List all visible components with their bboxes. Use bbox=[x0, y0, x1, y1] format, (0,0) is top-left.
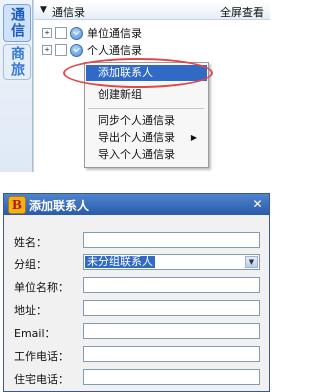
form-row-work-phone: 工作电话： bbox=[4, 346, 269, 364]
work-phone-input[interactable] bbox=[83, 346, 260, 362]
menu-item-import-personal[interactable]: 导入个人通信录 bbox=[86, 147, 207, 163]
dialog-title: 添加联系人 bbox=[29, 199, 90, 213]
tree-checkbox[interactable] bbox=[55, 44, 67, 56]
group-label: 分组： bbox=[14, 258, 47, 271]
fullscreen-view-link[interactable]: 全屏查看 bbox=[220, 4, 264, 20]
address-book-panel: 通信 商旅 ▼ 通信录 全屏查看 + 单位通信录 + 个人通信录 添加联系人 创… bbox=[0, 0, 272, 172]
menu-item-sync-personal[interactable]: 同步个人通信录 bbox=[86, 113, 207, 129]
address-input[interactable] bbox=[83, 300, 260, 316]
group-select[interactable]: 未分组联系人 ▼ bbox=[83, 254, 260, 270]
form-row-company: 单位名称： bbox=[4, 277, 269, 295]
company-input[interactable] bbox=[83, 277, 260, 293]
tree-checkbox[interactable] bbox=[55, 27, 67, 39]
add-contact-dialog: B 添加联系人 ✕ 姓名： 分组： 未分组联系人 ▼ 单位名称： 地址： Ema… bbox=[3, 193, 270, 392]
expand-icon[interactable]: + bbox=[42, 28, 52, 38]
expand-icon[interactable]: + bbox=[42, 45, 52, 55]
submenu-arrow-icon: ▶ bbox=[190, 133, 197, 142]
tree-item-label[interactable]: 个人通信录 bbox=[87, 42, 142, 58]
form-row-home-phone: 住宅电话： bbox=[4, 369, 269, 387]
name-label: 姓名： bbox=[14, 236, 47, 249]
email-input[interactable] bbox=[83, 323, 260, 339]
collapse-arrow-icon[interactable]: ▼ bbox=[40, 5, 47, 15]
contact-group-icon bbox=[70, 43, 83, 57]
form-row-address: 地址： bbox=[4, 300, 269, 318]
work-phone-label: 工作电话： bbox=[14, 350, 69, 363]
email-label: Email： bbox=[14, 327, 56, 340]
group-select-value: 未分组联系人 bbox=[85, 255, 155, 268]
menu-item-export-personal[interactable]: 导出个人通信录 ▶ bbox=[86, 130, 207, 146]
vertical-tab-bar: 通信 商旅 bbox=[0, 0, 33, 172]
form-row-name: 姓名： bbox=[4, 232, 269, 250]
menu-separator bbox=[88, 108, 204, 109]
home-phone-input[interactable] bbox=[83, 369, 260, 385]
menu-item-label: 导出个人通信录 bbox=[98, 131, 175, 144]
dropdown-arrow-icon[interactable]: ▼ bbox=[245, 256, 258, 268]
menu-item-add-contact[interactable]: 添加联系人 bbox=[86, 65, 207, 81]
tab-business-travel[interactable]: 商旅 bbox=[3, 44, 31, 80]
panel-title: 通信录 bbox=[52, 6, 85, 19]
menu-item-create-group[interactable]: 创建新组 bbox=[86, 87, 207, 103]
contact-group-icon bbox=[70, 26, 83, 40]
app-logo-icon: B bbox=[8, 196, 26, 214]
form-row-group: 分组： 未分组联系人 ▼ bbox=[4, 254, 269, 272]
tree-item-org-contacts[interactable]: + 单位通信录 bbox=[42, 26, 142, 40]
address-label: 地址： bbox=[14, 304, 47, 317]
context-menu: 添加联系人 创建新组 同步个人通信录 导出个人通信录 ▶ 导入个人通信录 bbox=[84, 62, 209, 168]
dialog-titlebar[interactable]: B 添加联系人 ✕ bbox=[4, 194, 269, 215]
company-label: 单位名称： bbox=[14, 281, 69, 294]
close-button[interactable]: ✕ bbox=[250, 197, 265, 211]
tab-contacts[interactable]: 通信 bbox=[3, 4, 31, 42]
name-input[interactable] bbox=[83, 232, 260, 248]
form-row-email: Email： bbox=[4, 323, 269, 341]
tree-item-personal-contacts[interactable]: + 个人通信录 bbox=[42, 43, 142, 57]
panel-header: ▼ 通信录 全屏查看 bbox=[34, 2, 270, 20]
tree-item-label[interactable]: 单位通信录 bbox=[87, 25, 142, 41]
home-phone-label: 住宅电话： bbox=[14, 373, 69, 386]
